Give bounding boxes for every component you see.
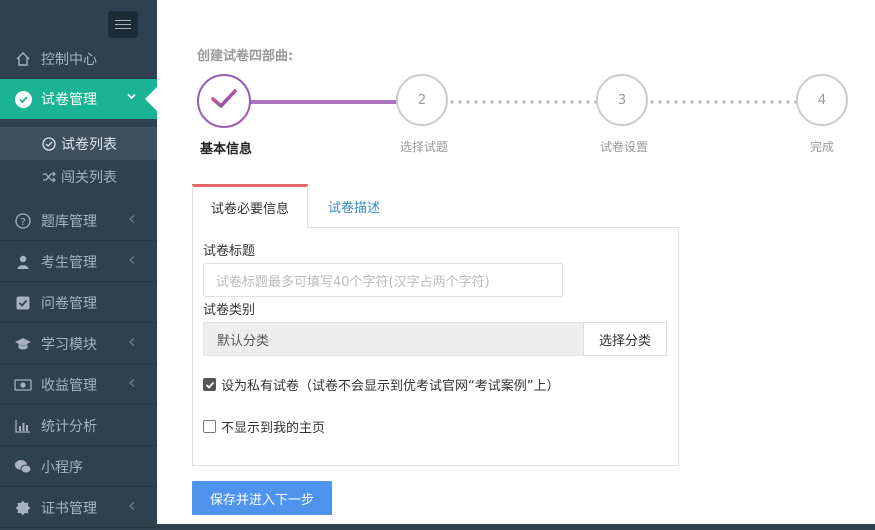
sidebar-item-label: 试卷管理 (41, 92, 97, 108)
select-category-button[interactable]: 选择分类 (583, 322, 667, 356)
title-input[interactable]: 试卷标题最多可填写40个字符(汉字占两个字符) (203, 263, 563, 297)
svg-text:?: ? (20, 217, 25, 228)
step-pending-line (448, 100, 598, 104)
user-icon (14, 253, 32, 271)
sidebar-item-learning-module[interactable]: 学习模块 (0, 324, 157, 364)
sidebar-item-label: 题库管理 (41, 213, 97, 230)
tab-description[interactable]: 试卷描述 (310, 184, 398, 228)
chevron-left-icon (127, 213, 137, 227)
bar-chart-icon (14, 417, 32, 435)
wechat-icon (14, 458, 32, 476)
step-3-label: 试卷设置 (600, 140, 649, 154)
sidebar: 控制中心 试卷管理 试卷列表 闯关列表 ? 题库管理 考生管理 问卷管理 学习模… (0, 0, 157, 530)
step-1-label: 基本信息 (200, 142, 253, 157)
check-square-icon (14, 294, 32, 312)
step-2-label: 选择试题 (400, 140, 449, 154)
category-field: 默认分类 (203, 322, 584, 356)
category-label: 试卷类别 (203, 303, 256, 318)
sidebar-item-exam-management[interactable]: 试卷管理 (0, 79, 157, 119)
step-4-circle: 4 (796, 74, 848, 126)
sidebar-subitem-level-list[interactable]: 闯关列表 (0, 160, 157, 193)
private-exam-option[interactable]: 设为私有试卷（试卷不会显示到优考试官网“考试案例”上） (203, 375, 559, 394)
sidebar-item-label: 考生管理 (41, 254, 97, 271)
private-exam-label: 设为私有试卷（试卷不会显示到优考试官网“考试案例”上） (221, 379, 560, 394)
step-1-circle (197, 74, 251, 128)
money-icon (14, 376, 32, 394)
sidebar-item-label: 小程序 (41, 459, 83, 476)
sidebar-subitem-label: 试卷列表 (61, 136, 117, 153)
graduation-cap-icon (14, 335, 32, 353)
sidebar-subitem-label: 闯关列表 (61, 169, 117, 186)
tab-required-info[interactable]: 试卷必要信息 (192, 184, 308, 228)
sidebar-subitem-exam-list[interactable]: 试卷列表 (0, 127, 157, 160)
sidebar-item-survey-management[interactable]: 问卷管理 (0, 283, 157, 323)
sidebar-item-control-center[interactable]: 控制中心 (0, 39, 157, 79)
sidebar-item-label: 控制中心 (41, 51, 97, 68)
sidebar-item-label: 证书管理 (41, 500, 97, 517)
chevron-left-icon (127, 336, 137, 350)
certificate-icon (14, 499, 32, 517)
save-next-button[interactable]: 保存并进入下一步 (192, 481, 332, 515)
sidebar-item-candidate-management[interactable]: 考生管理 (0, 242, 157, 282)
chevron-left-icon (127, 254, 137, 268)
step-2-circle: 2 (396, 74, 448, 126)
title-input-placeholder: 试卷标题最多可填写40个字符(汉字占两个字符) (216, 274, 490, 290)
sidebar-item-label: 统计分析 (41, 418, 97, 435)
chevron-left-icon (127, 500, 137, 514)
active-indicator (145, 87, 157, 111)
sidebar-item-label: 学习模块 (41, 336, 97, 353)
page-heading: 创建试卷四部曲: (197, 49, 294, 64)
sidebar-item-certificate-management[interactable]: 证书管理 (0, 488, 157, 528)
hide-homepage-option[interactable]: 不显示到我的主页 (203, 417, 325, 436)
sidebar-item-label: 问卷管理 (41, 295, 97, 312)
private-exam-checkbox[interactable] (203, 378, 216, 391)
menu-toggle-button[interactable] (108, 11, 138, 38)
step-pending-line (648, 100, 798, 104)
chevron-left-icon (127, 377, 137, 391)
hide-homepage-checkbox[interactable] (203, 420, 216, 433)
bottom-bar (157, 524, 875, 530)
sidebar-item-revenue-management[interactable]: 收益管理 (0, 365, 157, 405)
category-value: 默认分类 (217, 333, 270, 349)
question-circle-icon: ? (14, 212, 32, 230)
step-4-label: 完成 (810, 140, 835, 154)
step-progress-line (250, 100, 399, 104)
check-circle-icon (14, 90, 32, 108)
chevron-down-icon (126, 91, 137, 105)
hide-homepage-label: 不显示到我的主页 (221, 421, 326, 436)
step-3-circle: 3 (596, 74, 648, 126)
title-label: 试卷标题 (203, 244, 256, 259)
sidebar-item-statistics[interactable]: 统计分析 (0, 406, 157, 446)
sidebar-item-label: 收益管理 (41, 377, 97, 394)
home-icon (14, 50, 32, 68)
shuffle-icon (41, 169, 56, 184)
sidebar-item-question-bank[interactable]: ? 题库管理 (0, 201, 157, 241)
check-icon (210, 87, 238, 115)
check-circle-icon (41, 136, 56, 151)
sidebar-item-mini-program[interactable]: 小程序 (0, 447, 157, 487)
